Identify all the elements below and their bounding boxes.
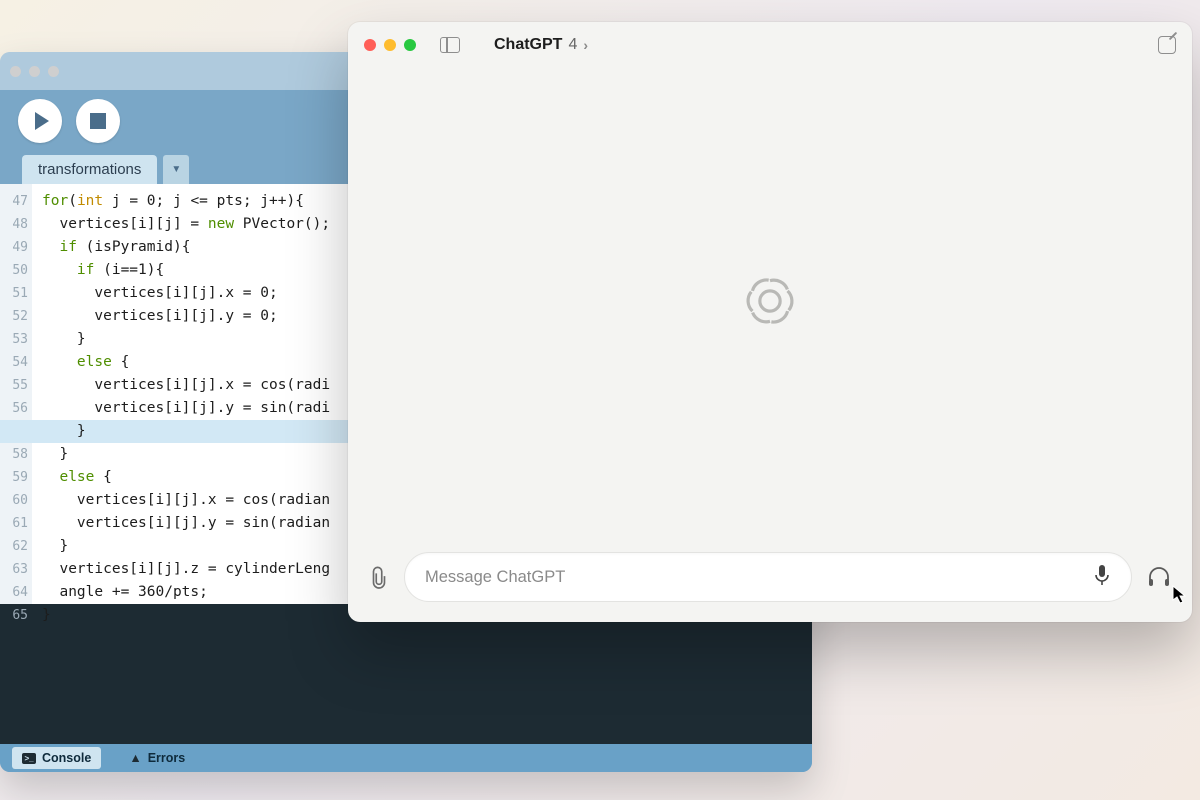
attachment-icon[interactable] <box>368 564 390 590</box>
message-placeholder: Message ChatGPT <box>425 568 565 587</box>
line-gutter: 47 48 49 50 51 52 53 54 55 56 57 58 59 6… <box>0 184 32 604</box>
ide-tab-active[interactable]: transformations <box>22 155 157 184</box>
traffic-dot[interactable] <box>29 66 40 77</box>
run-button[interactable] <box>18 99 62 143</box>
errors-tab[interactable]: ▲ Errors <box>119 747 195 769</box>
chat-input-row: Message ChatGPT <box>348 538 1192 622</box>
traffic-dot[interactable] <box>48 66 59 77</box>
terminal-icon: >_ <box>22 753 36 764</box>
console-tab-label: Console <box>42 751 91 765</box>
ide-bottom-tabs: >_ Console ▲ Errors <box>0 744 812 772</box>
voice-mode-icon[interactable] <box>1146 564 1172 590</box>
chatgpt-titlebar[interactable]: ChatGPT 4 › <box>348 22 1192 68</box>
chat-body <box>348 68 1192 538</box>
warning-icon: ▲ <box>129 751 141 765</box>
microphone-icon[interactable] <box>1093 564 1111 591</box>
message-input[interactable]: Message ChatGPT <box>404 552 1132 602</box>
model-picker[interactable]: ChatGPT 4 › <box>494 36 588 54</box>
stop-icon <box>90 113 106 129</box>
console-tab[interactable]: >_ Console <box>12 747 101 769</box>
close-button[interactable] <box>364 39 376 51</box>
zoom-button[interactable] <box>404 39 416 51</box>
traffic-lights <box>364 39 416 51</box>
model-name: 4 <box>568 36 577 54</box>
minimize-button[interactable] <box>384 39 396 51</box>
chatgpt-window: ChatGPT 4 › Messa <box>348 22 1192 622</box>
new-chat-icon[interactable] <box>1158 36 1176 54</box>
errors-tab-label: Errors <box>148 751 186 765</box>
app-name: ChatGPT <box>494 36 562 54</box>
tab-dropdown-button[interactable]: ▼ <box>163 155 189 184</box>
openai-logo-icon <box>741 272 799 335</box>
stop-button[interactable] <box>76 99 120 143</box>
chevron-right-icon: › <box>583 37 588 53</box>
traffic-dot[interactable] <box>10 66 21 77</box>
toggle-sidebar-icon[interactable] <box>440 37 460 53</box>
play-icon <box>35 112 49 130</box>
